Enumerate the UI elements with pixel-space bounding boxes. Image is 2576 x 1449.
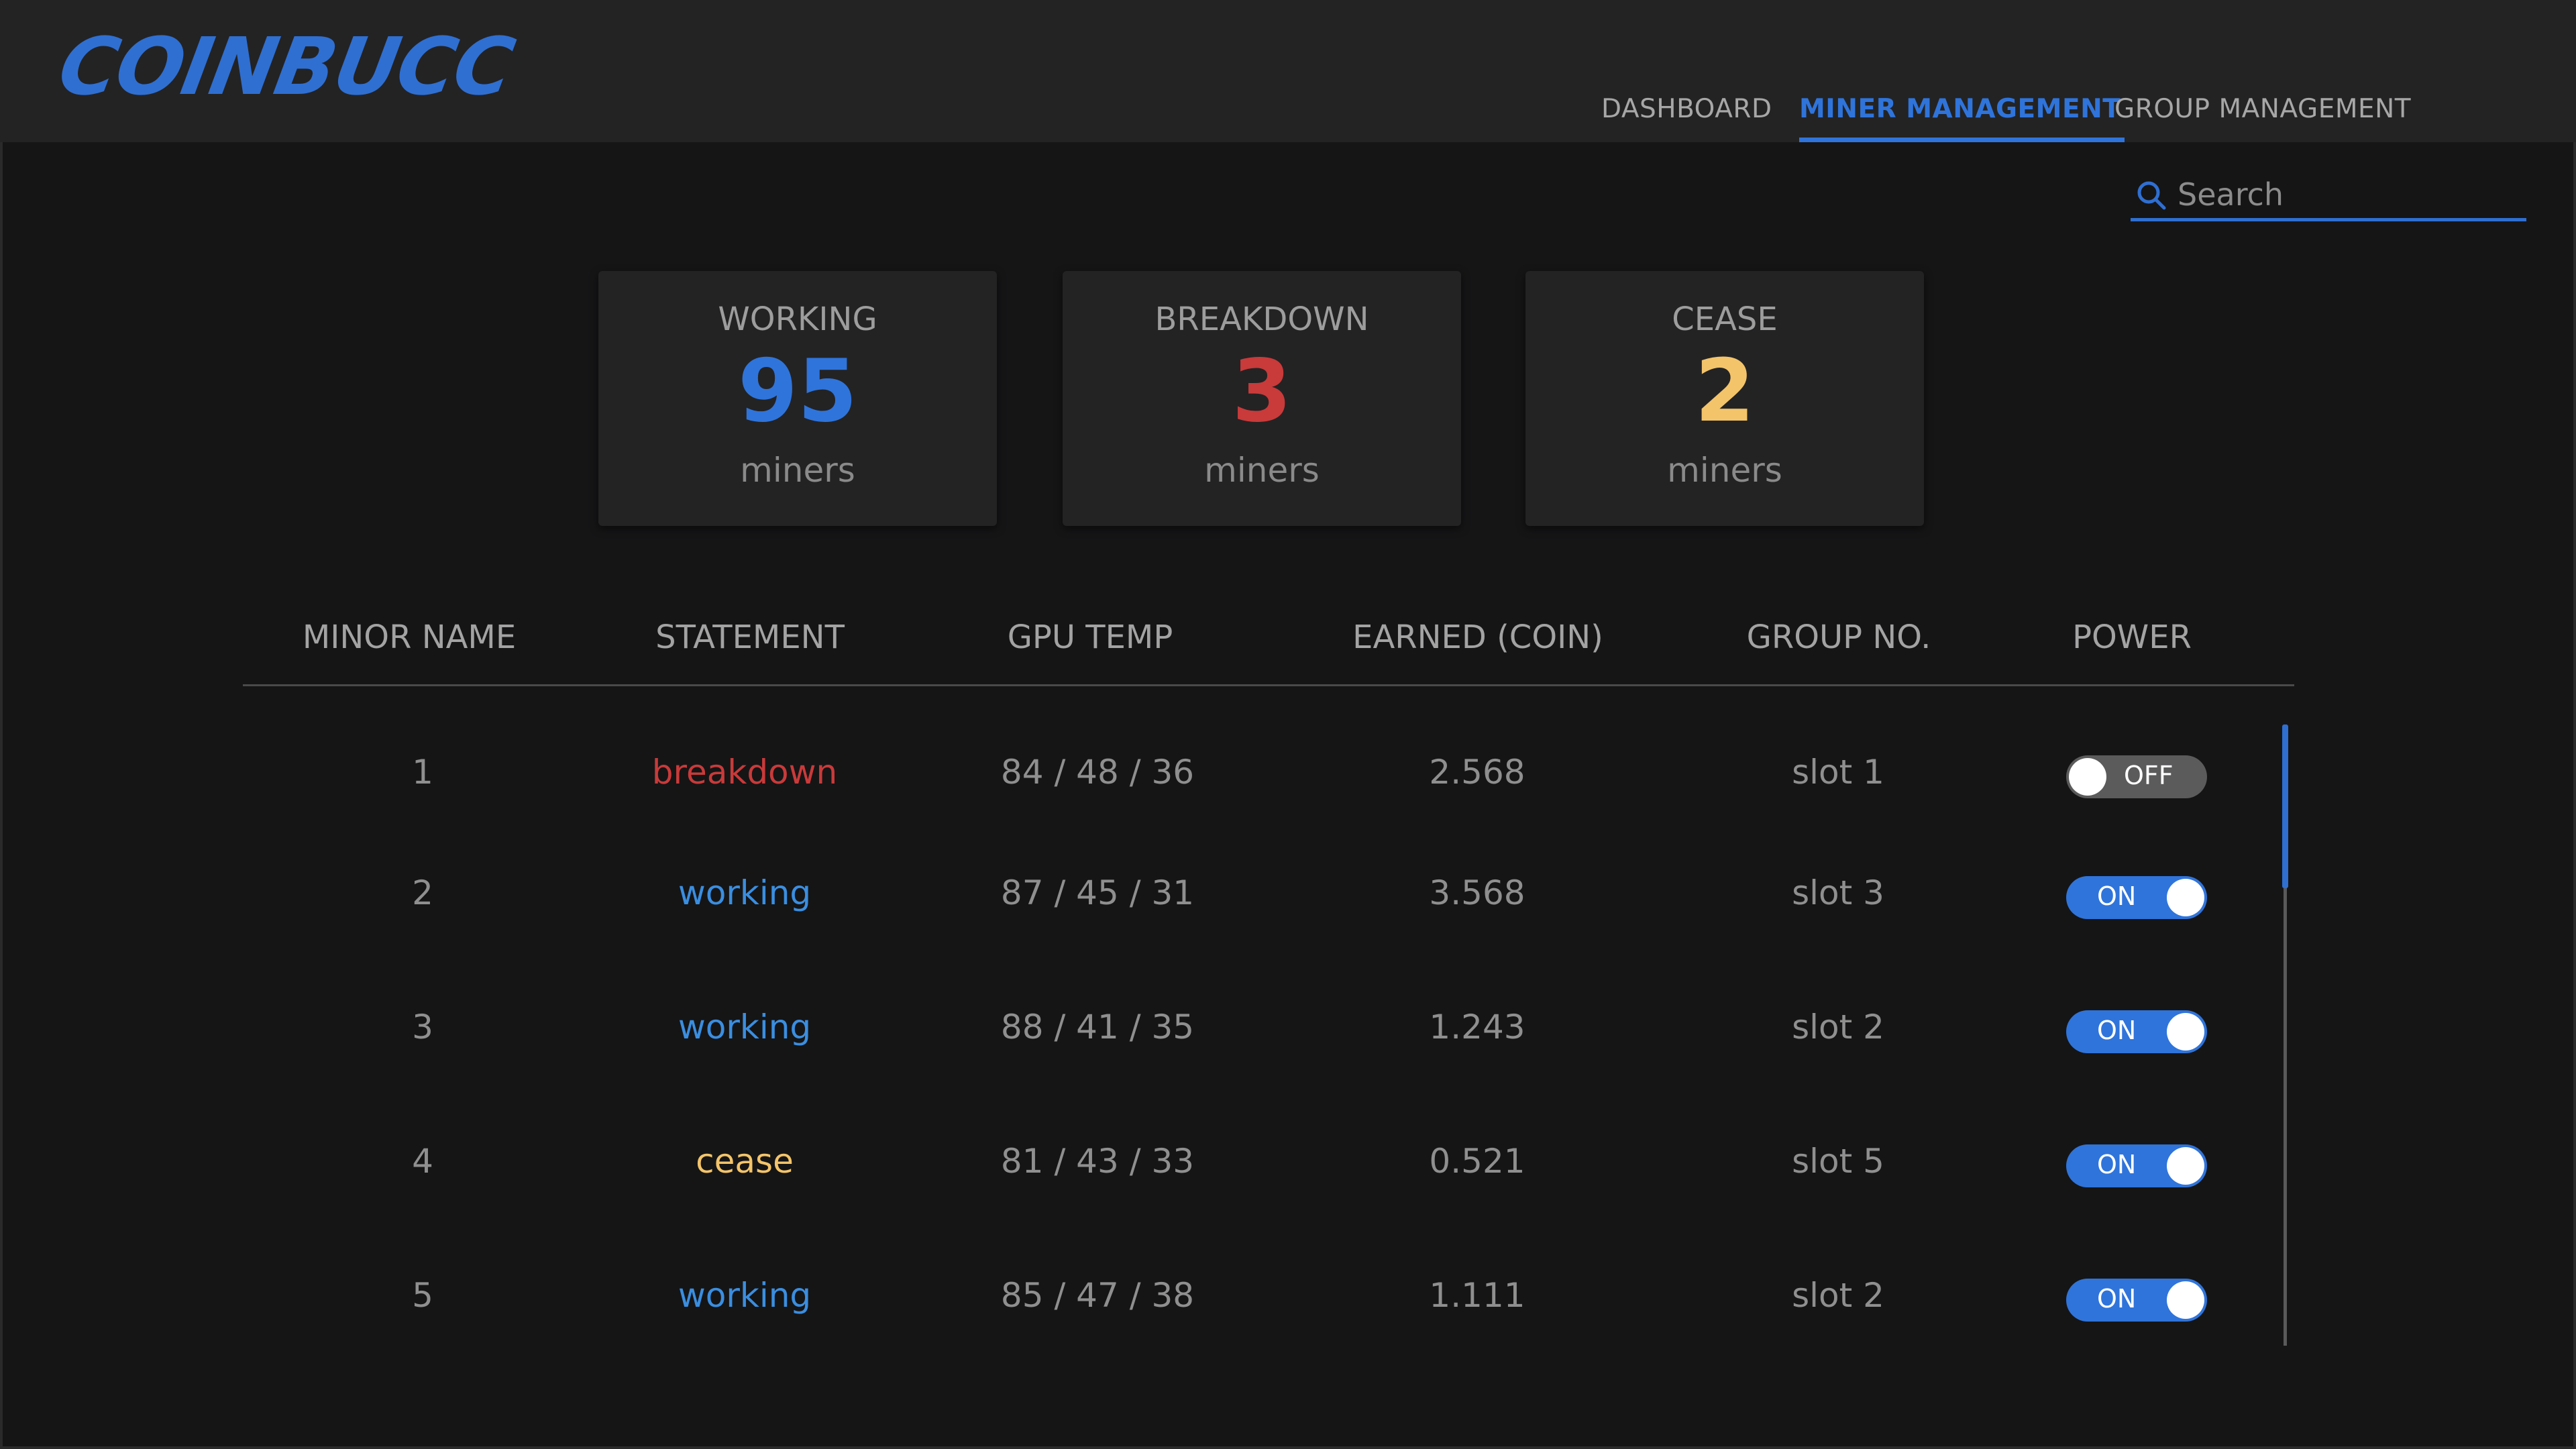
search-icon[interactable] — [2136, 180, 2167, 211]
cell-gpu-temp: 88 / 41 / 35 — [1000, 1008, 1195, 1046]
nav-miner-management[interactable]: MINER MANAGEMENT — [1799, 94, 2125, 142]
stat-title: BREAKDOWN — [1155, 301, 1369, 338]
toggle-label: ON — [2097, 881, 2137, 911]
toggle-knob — [2167, 1281, 2204, 1319]
cell-earned: 1.111 — [1429, 1276, 1525, 1315]
cell-earned: 3.568 — [1429, 873, 1525, 912]
search-bar — [2131, 173, 2526, 221]
cell-statement: working — [678, 873, 812, 912]
cell-statement: cease — [696, 1142, 794, 1181]
stat-unit: miners — [1667, 451, 1782, 490]
cell-earned: 2.568 — [1429, 753, 1525, 792]
stat-value: 3 — [1232, 341, 1292, 441]
stat-unit: miners — [740, 451, 855, 490]
cell-minor-name: 3 — [412, 1008, 433, 1046]
search-input[interactable] — [2178, 173, 2513, 216]
cell-earned: 0.521 — [1429, 1142, 1525, 1181]
power-toggle[interactable]: ON — [2066, 876, 2207, 919]
column-header-power[interactable]: POWER — [2072, 619, 2192, 656]
cell-group-no: slot 2 — [1792, 1008, 1884, 1046]
stat-value: 95 — [737, 341, 858, 441]
toggle-knob — [2069, 758, 2106, 796]
cell-group-no: slot 2 — [1792, 1276, 1884, 1315]
cell-gpu-temp: 85 / 47 / 38 — [1000, 1276, 1195, 1315]
cell-gpu-temp: 87 / 45 / 31 — [1000, 873, 1195, 912]
toggle-knob — [2167, 879, 2204, 916]
power-toggle[interactable]: OFF — [2066, 755, 2207, 798]
cell-statement: working — [678, 1008, 812, 1046]
nav-group-management[interactable]: GROUP MANAGEMENT — [2114, 94, 2411, 142]
toggle-label: ON — [2097, 1150, 2137, 1179]
toggle-knob — [2167, 1013, 2204, 1051]
column-header-statement[interactable]: STATEMENT — [655, 619, 845, 656]
scrollbar-thumb[interactable] — [2282, 724, 2288, 888]
toggle-knob — [2167, 1147, 2204, 1185]
stat-title: WORKING — [718, 301, 877, 338]
cell-statement: working — [678, 1276, 812, 1315]
column-header-gpu-temp[interactable]: GPU TEMP — [1008, 619, 1173, 656]
stat-unit: miners — [1204, 451, 1320, 490]
cell-group-no: slot 3 — [1792, 873, 1884, 912]
toggle-label: OFF — [2124, 761, 2174, 790]
cell-minor-name: 1 — [412, 753, 433, 792]
power-toggle[interactable]: ON — [2066, 1279, 2207, 1322]
cell-earned: 1.243 — [1429, 1008, 1525, 1046]
cell-gpu-temp: 84 / 48 / 36 — [1000, 753, 1195, 792]
nav-dashboard[interactable]: DASHBOARD — [1601, 94, 1772, 142]
cell-minor-name: 2 — [412, 873, 433, 912]
stat-card-working: WORKING 95 miners — [598, 271, 997, 526]
toggle-label: ON — [2097, 1016, 2137, 1045]
column-header-minor-name[interactable]: MINOR NAME — [303, 619, 516, 656]
cell-group-no: slot 5 — [1792, 1142, 1884, 1181]
top-bar: COINBUCC DASHBOARD MINER MANAGEMENT GROU… — [0, 0, 2576, 142]
cell-minor-name: 5 — [412, 1276, 433, 1315]
column-header-earned[interactable]: EARNED (COIN) — [1352, 619, 1603, 656]
power-toggle[interactable]: ON — [2066, 1144, 2207, 1187]
logo[interactable]: COINBUCC — [52, 20, 520, 113]
stat-card-breakdown: BREAKDOWN 3 miners — [1063, 271, 1461, 526]
toggle-label: ON — [2097, 1284, 2137, 1313]
stat-title: CEASE — [1672, 301, 1778, 338]
stat-value: 2 — [1695, 341, 1755, 441]
column-header-group-no[interactable]: GROUP NO. — [1747, 619, 1931, 656]
stat-card-cease: CEASE 2 miners — [1525, 271, 1924, 526]
cell-group-no: slot 1 — [1792, 753, 1884, 792]
table-header-divider — [243, 684, 2294, 686]
cell-minor-name: 4 — [412, 1142, 433, 1181]
power-toggle[interactable]: ON — [2066, 1010, 2207, 1053]
cell-statement: breakdown — [651, 753, 838, 792]
cell-gpu-temp: 81 / 43 / 33 — [1000, 1142, 1195, 1181]
